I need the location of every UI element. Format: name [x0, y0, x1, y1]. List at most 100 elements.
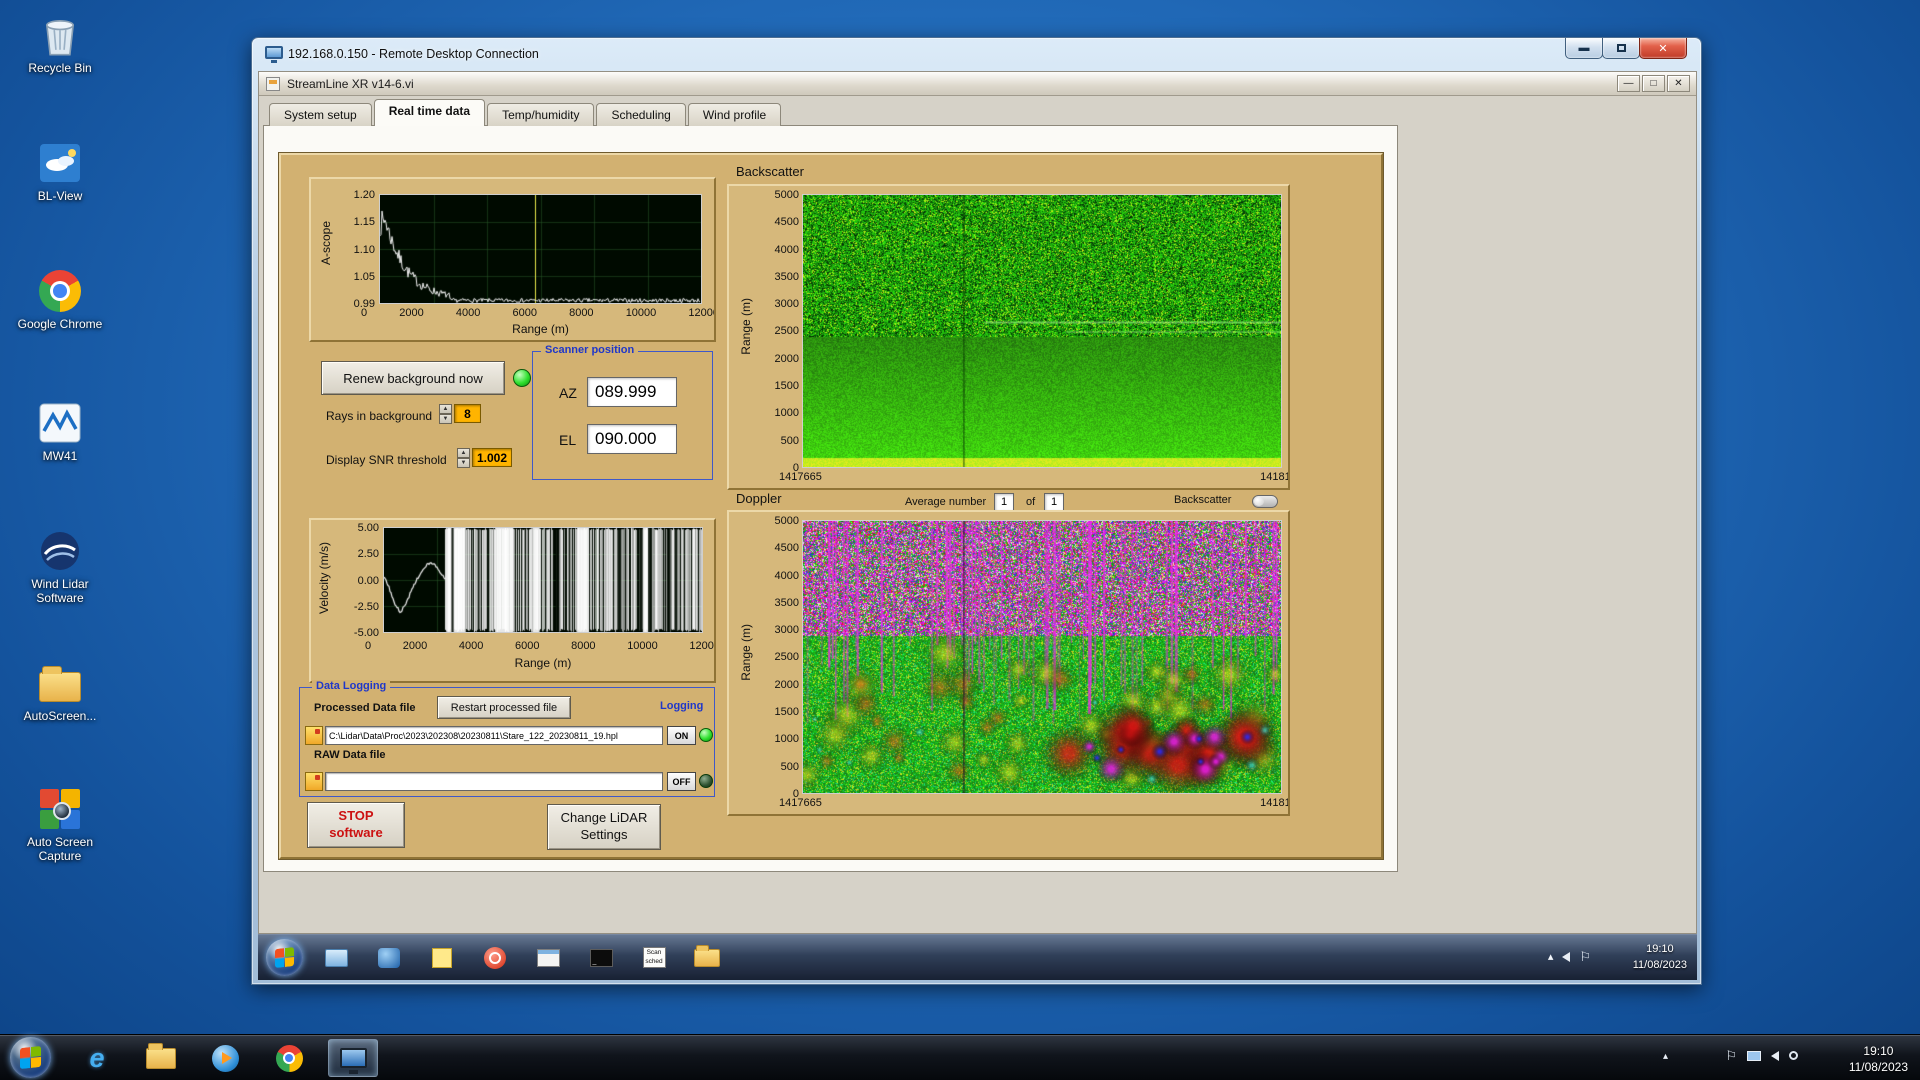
rays-spinner[interactable]: ▲ ▼ [439, 404, 452, 424]
change-lidar-settings-button[interactable]: Change LiDAR Settings [547, 804, 661, 850]
tick-label: 12000 [689, 640, 714, 652]
desktop-icon-autoscreen-folder[interactable]: AutoScreen... [10, 660, 110, 723]
snr-value-field[interactable]: 1.002 [472, 448, 512, 467]
desktop-icon-label: MW41 [42, 449, 78, 463]
tick-label: 8000 [571, 640, 596, 652]
spinner-down-icon[interactable]: ▼ [439, 414, 452, 424]
change-button-line1: Change LiDAR [560, 810, 648, 826]
restart-processed-file-button[interactable]: Restart processed file [437, 696, 571, 719]
doppler-graph: Range (m) 5000 4500 4000 3500 3000 2500 2000 15… [727, 510, 1290, 816]
spinner-down-icon[interactable]: ▼ [457, 458, 470, 468]
app-maximize-button[interactable]: □ [1642, 75, 1665, 92]
remote-flag-icon[interactable]: ⚐ [1579, 950, 1591, 963]
stop-software-button[interactable]: STOP software [307, 802, 405, 848]
desktop-icon-label: AutoScreen... [23, 709, 97, 723]
tick-label: 1417665 [779, 471, 822, 483]
ascope-x-axis-label: Range (m) [512, 322, 569, 336]
taskbar-rdp-icon[interactable] [328, 1039, 378, 1077]
clock-time: 19:10 [1863, 1044, 1894, 1058]
action-center-flag-icon[interactable]: ⚐ [1725, 1049, 1737, 1062]
ascope-plot-canvas [379, 194, 702, 304]
backscatter-graph: Range (m) 5000 4500 4000 3500 3000 2500 2000 15… [727, 184, 1290, 490]
renew-background-button[interactable]: Renew background now [321, 361, 505, 395]
device-eject-icon[interactable] [1789, 1051, 1798, 1060]
taskbar-chrome-icon[interactable] [264, 1039, 314, 1077]
rays-value-field[interactable]: 8 [454, 404, 481, 423]
path-browse-icon[interactable] [305, 726, 323, 745]
az-value-field[interactable]: 089.999 [587, 377, 677, 407]
taskbar-explorer-icon[interactable] [136, 1039, 186, 1077]
remote-app-blue-icon[interactable] [369, 940, 409, 975]
tick-label: 3500 [774, 596, 799, 609]
rdp-close-button[interactable]: ✕ [1639, 38, 1687, 59]
remote-tray-chevron-icon[interactable]: ▴ [1548, 950, 1554, 963]
remote-app-window-icon[interactable] [316, 940, 356, 975]
processed-path-field[interactable]: C:\Lidar\Data\Proc\2023\202308\20230811\… [325, 726, 663, 745]
remote-app-notes-icon[interactable] [422, 940, 462, 975]
tray-chevron-icon[interactable]: ▴ [1663, 1051, 1668, 1062]
remote-app-scan-sched-icon[interactable]: Scan sched [634, 940, 674, 975]
rdp-minimize-button[interactable]: ▬ [1565, 38, 1603, 59]
rdp-maximize-button[interactable] [1602, 38, 1640, 59]
of-value-field[interactable]: 1 [1044, 493, 1064, 511]
tab-system-setup[interactable]: System setup [269, 103, 372, 126]
raw-path-field[interactable] [325, 772, 663, 791]
change-button-line2: Settings [580, 827, 628, 842]
remote-app-console-icon[interactable]: _ [581, 940, 621, 975]
clock[interactable]: 19:10 11/08/2023 [1849, 1043, 1908, 1075]
raw-logging-off-switch[interactable]: OFF [667, 772, 696, 791]
network-icon[interactable] [1747, 1050, 1761, 1061]
path-browse-icon[interactable] [305, 772, 323, 791]
remote-app-power-icon[interactable] [475, 940, 515, 975]
az-label: AZ [559, 385, 577, 401]
taskbar-media-player-icon[interactable] [200, 1039, 250, 1077]
tab-scheduling[interactable]: Scheduling [596, 103, 686, 126]
desktop-icon-label: Recycle Bin [28, 61, 92, 75]
data-logging-title: Data Logging [312, 680, 391, 692]
average-number-field[interactable]: 1 [994, 493, 1014, 511]
tick-label: 1.05 [353, 270, 375, 283]
tick-label: 5.00 [357, 522, 379, 534]
tab-real-time-data[interactable]: Real time data [373, 99, 486, 126]
app-minimize-button[interactable]: — [1617, 75, 1640, 92]
tick-label: 1418164 [1260, 471, 1290, 483]
tick-label: 4000 [774, 243, 799, 256]
start-button[interactable] [10, 1037, 51, 1078]
desktop-icon-mw41[interactable]: MW41 [10, 400, 110, 463]
el-value-field[interactable]: 090.000 [587, 424, 677, 454]
tick-label: 1.10 [353, 243, 375, 256]
wind-lidar-icon [36, 528, 84, 574]
remote-app-launcher-icon[interactable] [528, 940, 568, 975]
remote-volume-icon[interactable] [1562, 951, 1571, 962]
remote-start-button[interactable] [266, 939, 303, 976]
desktop-icon-bl-view[interactable]: BL-View [10, 140, 110, 203]
doppler-y-axis-label: Range (m) [739, 624, 753, 681]
tick-label: 5000 [774, 515, 799, 527]
windows-flag-icon [19, 1045, 42, 1070]
desktop-icon-wind-lidar[interactable]: Wind Lidar Software [10, 528, 110, 606]
volume-icon[interactable] [1771, 1050, 1779, 1061]
tab-temp-humidity[interactable]: Temp/humidity [487, 103, 595, 126]
app-close-button[interactable]: ✕ [1667, 75, 1690, 92]
tick-label: 2000 [774, 352, 799, 365]
snr-spinner[interactable]: ▲ ▼ [457, 448, 470, 468]
recycle-bin-icon [36, 12, 84, 58]
taskbar-ie-icon[interactable]: e [72, 1039, 122, 1077]
tab-wind-profile[interactable]: Wind profile [687, 103, 782, 126]
spinner-up-icon[interactable]: ▲ [457, 448, 470, 458]
desktop-icon-auto-screen-capture[interactable]: Auto Screen Capture [10, 786, 110, 864]
desktop-icon-recycle-bin[interactable]: Recycle Bin [10, 12, 110, 75]
streamline-app-window: StreamLine XR v14-6.vi — □ ✕ System setu… [258, 71, 1697, 934]
spinner-up-icon[interactable]: ▲ [439, 404, 452, 414]
tick-label: 10000 [627, 640, 658, 652]
raw-data-file-label: RAW Data file [314, 749, 386, 761]
doppler-y-ticks: 5000 4500 4000 3500 3000 2500 2000 1500 1000 500 0 [759, 515, 799, 800]
remote-clock[interactable]: 19:10 11/08/2023 [1633, 942, 1687, 974]
backscatter-toggle-switch[interactable] [1252, 495, 1278, 508]
data-logging-group: Data Logging Processed Data file Restart… [299, 680, 715, 797]
desktop-icon-google-chrome[interactable]: Google Chrome [10, 268, 110, 331]
tick-label: 1417665 [779, 797, 822, 809]
remote-app-folder-icon[interactable] [687, 940, 727, 975]
snr-threshold-label: Display SNR threshold [326, 453, 447, 467]
processed-logging-on-switch[interactable]: ON [667, 726, 696, 745]
